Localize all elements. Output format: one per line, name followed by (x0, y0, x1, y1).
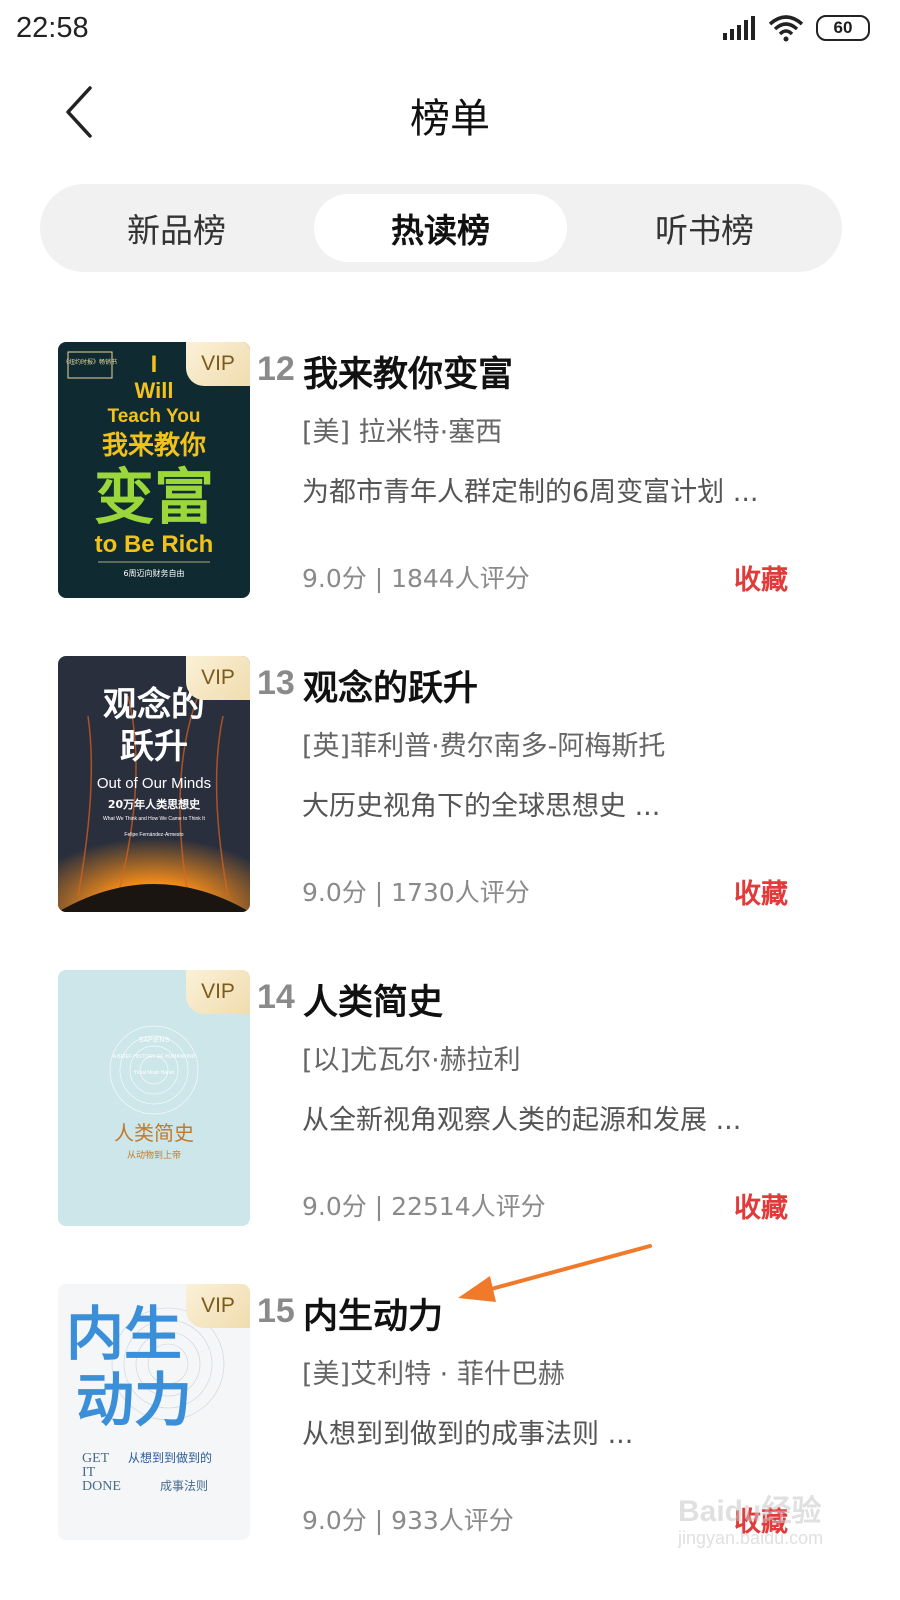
book-cover[interactable]: 内生 动力 GET IT DONE 从想到到做到的 成事法则 VIP (58, 1284, 250, 1540)
cover-top-text: 《纽约时报》畅销书 (63, 358, 117, 366)
cover-text: Teach You (108, 406, 201, 427)
book-cover[interactable]: 观念的 跃升 Out of Our Minds 20万年人类思想史 What W… (58, 656, 250, 912)
book-rating: 9.0分 | 1730人评分 (302, 878, 530, 907)
vip-badge: VIP (186, 970, 250, 1014)
book-cover[interactable]: 《纽约时报》畅销书 I Will Teach You 我来教你 变富 to Be… (58, 342, 250, 598)
vip-badge: VIP (186, 342, 250, 386)
header: 榜单 (0, 70, 900, 154)
cover-text: Out of Our Minds (97, 775, 211, 792)
book-author: [美] 拉米特·塞西 (302, 417, 503, 448)
cover-text: What We Think and How We Came to Think I… (103, 816, 206, 822)
book-item[interactable]: 《纽约时报》畅销书 I Will Teach You 我来教你 变富 to Be… (0, 342, 900, 612)
annotation-arrow-icon (458, 1244, 652, 1302)
rank-number: 14 (257, 978, 295, 1016)
cover-text: SAPIENS (139, 1037, 170, 1044)
status-bar: 22:58 60 (0, 0, 900, 62)
status-time: 22:58 (16, 12, 89, 44)
tab-audio[interactable]: 听书榜 (578, 194, 831, 262)
book-item[interactable]: 观念的 跃升 Out of Our Minds 20万年人类思想史 What W… (0, 656, 900, 926)
cover-text: 6周迈向财务自由 (123, 568, 184, 578)
favorite-button[interactable]: 收藏 (734, 1186, 788, 1225)
signal-icon (723, 16, 755, 40)
battery-level: 60 (833, 18, 853, 37)
book-rating: 9.0分 | 22514人评分 (302, 1192, 546, 1221)
cover-text: 从动物到上帝 (127, 1149, 181, 1161)
book-description: 为都市青年人群定制的6周变富计划 ... (302, 477, 759, 508)
wifi-icon (768, 15, 804, 42)
favorite-button[interactable]: 收藏 (734, 872, 788, 911)
book-description: 从想到到做到的成事法则 ... (302, 1419, 634, 1450)
book-cover[interactable]: SAPIENS A BRIEF HISTORY OF HUMANKIND Yuv… (58, 970, 250, 1226)
book-description: 大历史视角下的全球思想史 ... (302, 791, 661, 822)
cover-text: 我来教你 (102, 431, 206, 461)
tab-label: 新品榜 (127, 211, 226, 250)
book-title[interactable]: 人类简史 (303, 974, 443, 1025)
rank-number: 12 (257, 350, 295, 388)
cover-text: 从想到到做到的 (128, 1450, 212, 1465)
status-icons: 60 (722, 14, 870, 42)
vip-badge: VIP (186, 1284, 250, 1328)
cover-text: 人类简史 (114, 1121, 194, 1145)
battery-icon: 60 (816, 15, 870, 41)
cover-text: 跃升 (120, 727, 188, 767)
favorite-button[interactable]: 收藏 (734, 558, 788, 597)
rank-number: 15 (257, 1292, 295, 1330)
book-author: [美]艾利特 · 菲什巴赫 (302, 1359, 565, 1390)
book-description: 从全新视角观察人类的起源和发展 ... (302, 1105, 742, 1136)
page-title: 榜单 (410, 96, 490, 142)
cover-text: Felipe Fernández-Armesto (124, 832, 183, 838)
cover-text: to Be Rich (95, 531, 214, 558)
tab-hot[interactable]: 热读榜 (314, 194, 567, 262)
book-author: [英]菲利普·费尔南多-阿梅斯托 (302, 731, 666, 762)
watermark-brand: Baidu经验 (678, 1495, 822, 1528)
cover-text: 变富 (94, 463, 214, 533)
book-title[interactable]: 我来教你变富 (303, 346, 513, 397)
cover-text: Will (135, 378, 174, 403)
cover-text: 成事法则 (160, 1479, 208, 1493)
cover-text: A BRIEF HISTORY OF HUMANKIND (113, 1054, 196, 1060)
ranking-tabs: 新品榜 热读榜 听书榜 (40, 184, 842, 272)
watermark: Baidu经验 jingyan.baidu.com (672, 1470, 872, 1560)
cover-text: 20万年人类思想史 (108, 797, 201, 811)
cover-text: Yuval Noah Harari (134, 1070, 175, 1076)
vip-badge: VIP (186, 656, 250, 700)
book-rating: 9.0分 | 933人评分 (302, 1506, 514, 1535)
tab-label: 热读榜 (391, 211, 490, 250)
cover-text: DONE (82, 1479, 121, 1494)
tab-label: 听书榜 (655, 211, 754, 250)
book-title[interactable]: 内生动力 (303, 1288, 443, 1339)
rank-number: 13 (257, 664, 295, 702)
book-rating: 9.0分 | 1844人评分 (302, 564, 530, 593)
cover-text: I (151, 351, 158, 378)
watermark-url: jingyan.baidu.com (678, 1528, 824, 1548)
cover-text: 内生 (66, 1300, 182, 1368)
book-item[interactable]: SAPIENS A BRIEF HISTORY OF HUMANKIND Yuv… (0, 970, 900, 1240)
cover-text: IT (82, 1465, 96, 1480)
book-author: [以]尤瓦尔·赫拉利 (302, 1045, 521, 1076)
tab-new[interactable]: 新品榜 (50, 194, 303, 262)
book-title[interactable]: 观念的跃升 (303, 660, 478, 711)
cover-text: 动力 (76, 1366, 192, 1434)
cover-text: GET (82, 1451, 110, 1466)
